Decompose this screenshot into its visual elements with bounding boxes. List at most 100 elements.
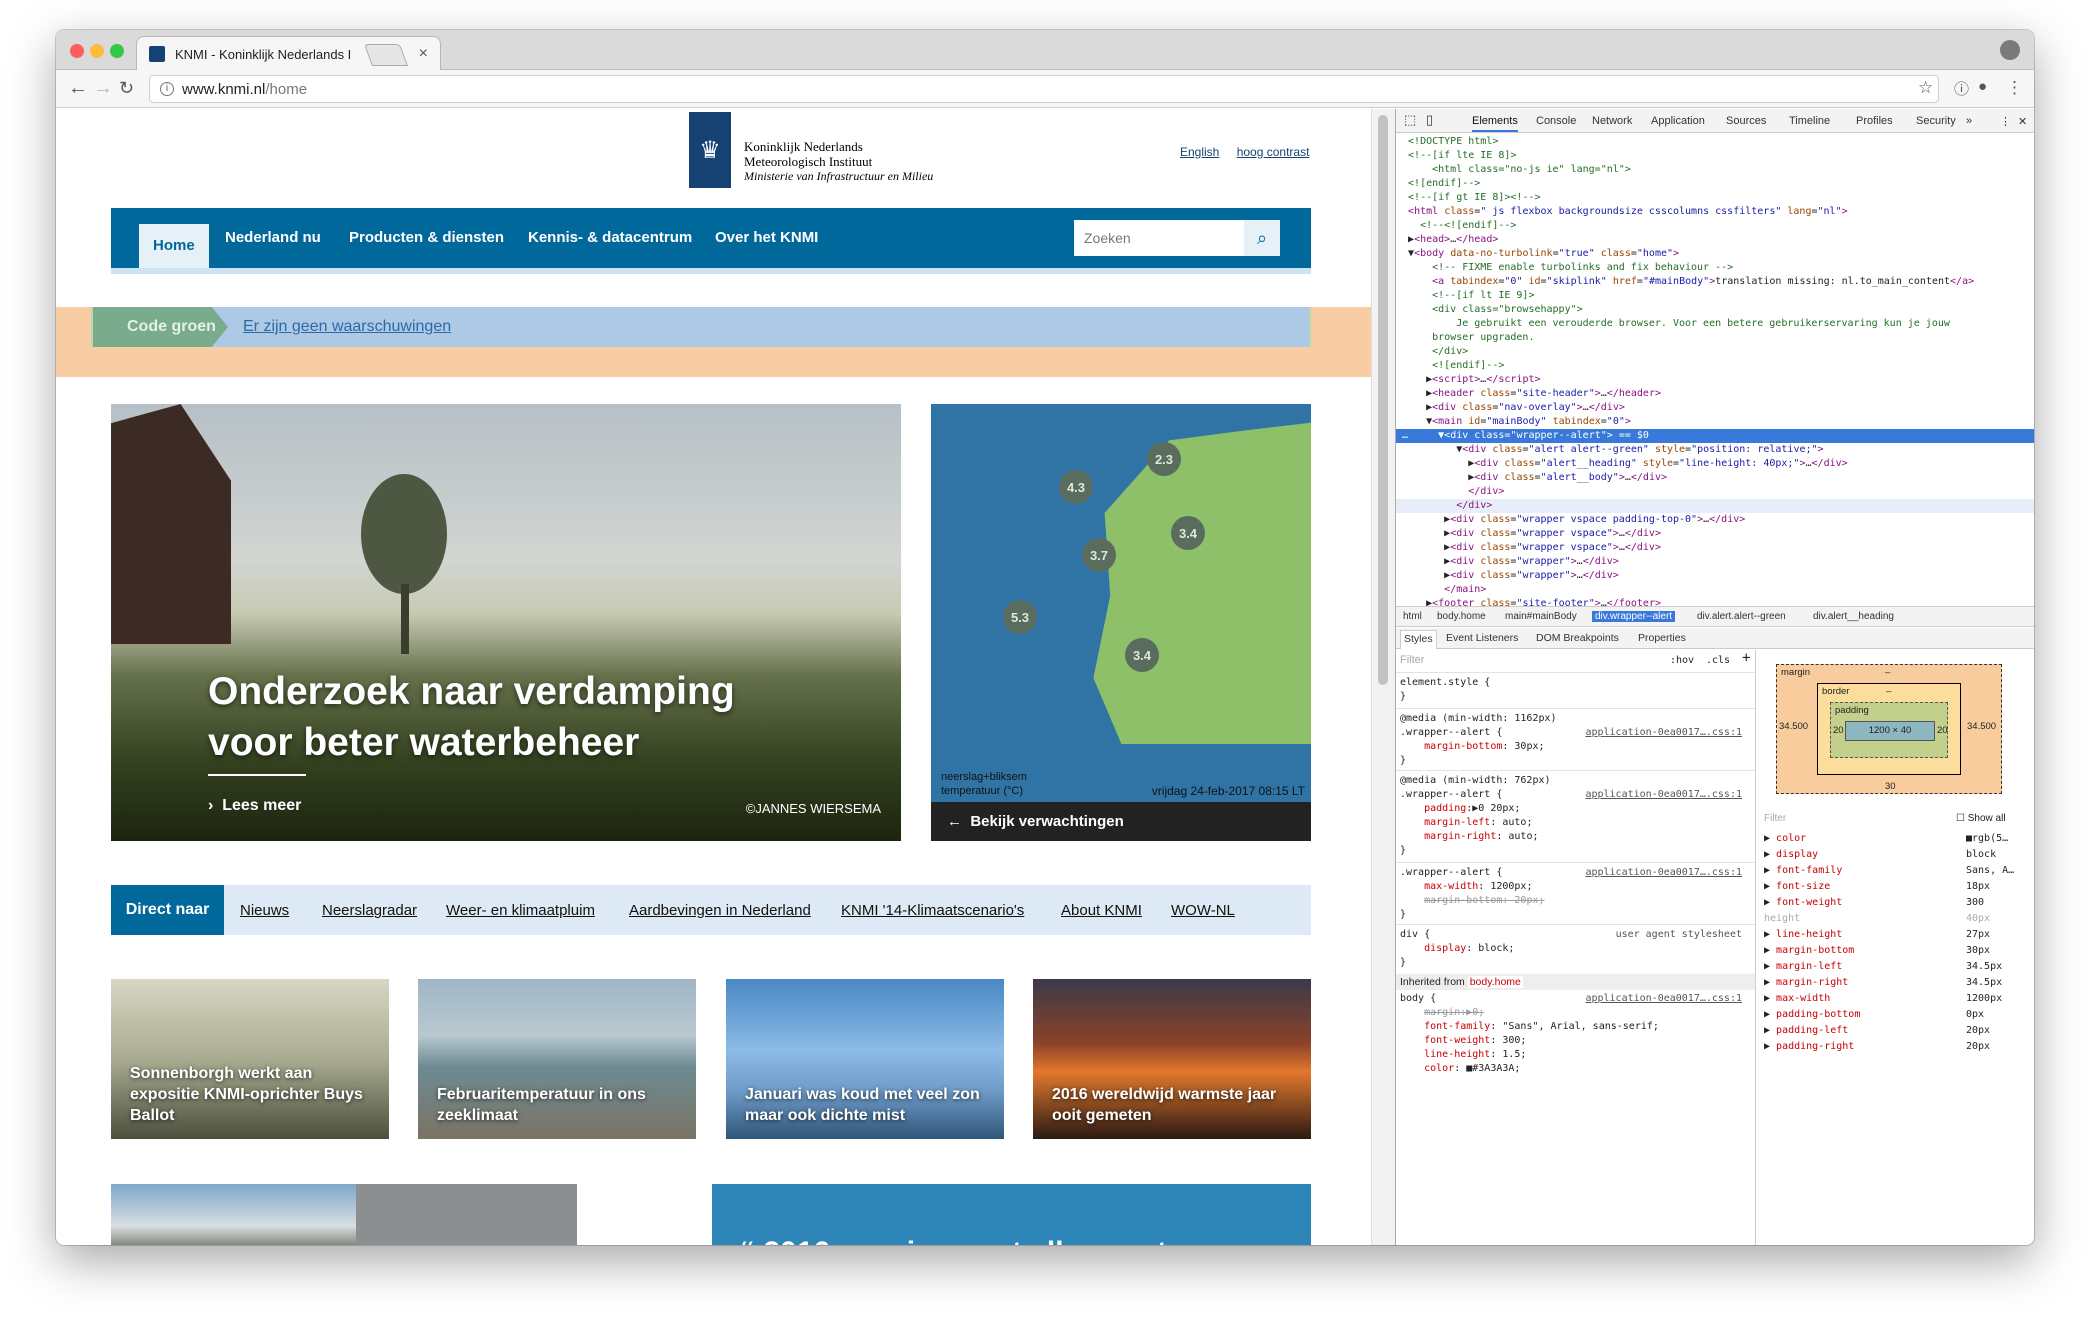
direct-link-neerslagradar[interactable]: Neerslagradar [322, 902, 417, 919]
dom-line[interactable]: <!-- FIXME enable turbolinks and fix beh… [1396, 261, 2034, 275]
computed-prop[interactable]: ▶ margin-right 34.5px [1764, 977, 2032, 991]
computed-prop[interactable]: ▶ font-weight 300 [1764, 897, 2032, 911]
style-rule[interactable]: } [1400, 908, 1750, 922]
back-arrow-icon[interactable]: ← [68, 77, 88, 99]
extension-info-icon[interactable]: ⓘ [1954, 78, 1969, 99]
dom-line[interactable]: <html class=" js flexbox backgroundsize … [1396, 205, 2034, 219]
dom-line[interactable]: ▶<header class="site-header">…</header> [1396, 387, 2034, 401]
new-tab-button[interactable] [363, 44, 409, 66]
style-rule[interactable]: .wrapper--alert {application-0ea0017….cs… [1400, 866, 1750, 880]
breadcrumb-item[interactable]: div.alert.alert--green [1694, 611, 1789, 622]
style-rule[interactable]: div {user agent stylesheet [1400, 928, 1750, 942]
dom-line[interactable]: <a tabindex="0" id="skiplink" href="#mai… [1396, 275, 2034, 289]
style-rule[interactable]: @media (min-width: 1162px) [1400, 712, 1750, 726]
style-rule[interactable]: display: block; [1400, 942, 1750, 956]
dom-line[interactable]: </div> [1396, 499, 2034, 513]
dom-line[interactable]: <![endif]--> [1396, 177, 2034, 191]
computed-prop[interactable]: height 40px [1764, 913, 2032, 927]
direct-link-aardbevingen[interactable]: Aardbevingen in Nederland [629, 902, 811, 919]
direct-link-klimaatscenarios[interactable]: KNMI '14-Klimaatscenario's [841, 902, 1024, 919]
dom-line[interactable]: Je gebruikt een verouderde browser. Voor… [1396, 317, 2034, 331]
dom-line[interactable]: <div class="browsehappy"> [1396, 303, 2034, 317]
english-link[interactable]: English [1180, 145, 1219, 159]
dom-line[interactable]: <!--[if lt IE 9]> [1396, 289, 2034, 303]
styles-pane[interactable]: Filter :hov .cls + element.style { } @me… [1396, 650, 1756, 1245]
devtools-tab-security[interactable]: Security [1916, 115, 1956, 127]
dom-line[interactable]: ▶<head>…</head> [1396, 233, 2034, 247]
breadcrumb-item-selected[interactable]: div.wrapper--alert [1592, 611, 1676, 622]
devtools-menu-icon[interactable]: ⋮ [2000, 115, 2011, 128]
dom-line[interactable]: ▶<div class="alert__heading" style="line… [1396, 457, 2034, 471]
page-scrollbar[interactable] [1371, 109, 1395, 1245]
dom-line[interactable]: ▶<script>…</script> [1396, 373, 2034, 387]
style-rule[interactable]: font-weight: 300; [1400, 1034, 1750, 1048]
style-rule[interactable]: margin:▶0; [1400, 1006, 1750, 1020]
computed-prop[interactable]: ▶ padding-right 20px [1764, 1041, 2032, 1055]
computed-prop[interactable]: ▶ line-height 27px [1764, 929, 2032, 943]
nav-kennis-datacentrum[interactable]: Kennis- & datacentrum [528, 208, 692, 268]
breadcrumb-item[interactable]: div.alert__heading [1810, 611, 1897, 622]
style-rule[interactable]: .wrapper--alert {application-0ea0017….cs… [1400, 726, 1750, 740]
alert-link[interactable]: Er zijn geen waarschuwingen [243, 318, 451, 336]
direct-link-weer-klimaatpluim[interactable]: Weer- en klimaatpluim [446, 902, 595, 919]
style-rule[interactable]: } [1400, 754, 1750, 768]
breadcrumb-item[interactable]: body.home [1434, 611, 1489, 622]
computed-prop[interactable]: ▶ margin-left 34.5px [1764, 961, 2032, 975]
style-rule[interactable]: } [1400, 690, 1750, 704]
computed-prop[interactable]: ▶ display block [1764, 849, 2032, 863]
style-rule[interactable]: } [1400, 844, 1750, 858]
style-rule[interactable]: .wrapper--alert {application-0ea0017….cs… [1400, 788, 1750, 802]
bookmark-star-icon[interactable]: ☆ [1918, 78, 1933, 98]
nav-nederland-nu[interactable]: Nederland nu [225, 208, 321, 268]
style-rule[interactable]: } [1400, 956, 1750, 970]
device-mode-icon[interactable]: ▯ [1426, 112, 1433, 128]
dom-line[interactable]: ▼<main id="mainBody" tabindex="0"> [1396, 415, 2034, 429]
profile-icon[interactable] [2000, 40, 2020, 60]
style-rule[interactable]: body {application-0ea0017….css:1 [1400, 992, 1750, 1006]
computed-prop[interactable]: ▶ max-width 1200px [1764, 993, 2032, 1007]
subtab-styles[interactable]: Styles [1400, 630, 1437, 649]
style-rule[interactable]: margin-right: auto; [1400, 830, 1750, 844]
dom-line[interactable]: </div> [1396, 485, 2034, 499]
subtab-event-listeners[interactable]: Event Listeners [1446, 632, 1518, 644]
style-rule[interactable]: font-family: "Sans", Arial, sans-serif; [1400, 1020, 1750, 1034]
subtab-properties[interactable]: Properties [1638, 632, 1686, 644]
news-card[interactable]: Februaritemperatuur in ons zeeklimaat [418, 979, 696, 1139]
info-icon[interactable]: i [160, 82, 174, 96]
quote-panel[interactable]: “ 2016, een jaar met alle weertypen. [712, 1184, 1311, 1245]
style-rule[interactable]: line-height: 1.5; [1400, 1048, 1750, 1062]
weather-map[interactable]: 2.3 4.3 3.4 3.7 5.3 3.4 neerslag+bliksem… [931, 404, 1311, 841]
subtab-dom-breakpoints[interactable]: DOM Breakpoints [1536, 632, 1619, 644]
menu-dots-icon[interactable]: ⋮ [2006, 78, 2023, 98]
url-field[interactable]: i www.knmi.nl/home [149, 75, 1939, 103]
news-card[interactable]: Sonnenborgh werkt aan expositie KNMI-opr… [111, 979, 389, 1139]
nav-home[interactable]: Home [139, 224, 209, 268]
inspect-icon[interactable]: ⬚ [1404, 112, 1416, 128]
extension-icon[interactable]: ● [1978, 78, 1987, 95]
reload-icon[interactable]: ↻ [119, 77, 134, 99]
computed-styles[interactable]: Filter ☐ Show all ▶ color ■rgb(5… ▶ displ… [1760, 809, 2034, 1245]
dom-line[interactable]: ▶<div class="wrapper">…</div> [1396, 555, 2034, 569]
dom-line[interactable]: browser upgraden. [1396, 331, 2034, 345]
dom-line[interactable]: ▶<div class="alert__body">…</div> [1396, 471, 2034, 485]
devtools-tab-sources[interactable]: Sources [1726, 115, 1766, 127]
dom-line[interactable]: </main> [1396, 583, 2034, 597]
dom-line[interactable]: ▼<body data-no-turbolink="true" class="h… [1396, 247, 2034, 261]
minimize-window-icon[interactable] [90, 44, 104, 58]
breadcrumb-item[interactable]: main#mainBody [1502, 611, 1580, 622]
dom-line[interactable]: ▶<div class="wrapper vspace">…</div> [1396, 527, 2034, 541]
forward-arrow-icon[interactable]: → [93, 77, 113, 99]
hero-feature[interactable]: Onderzoek naar verdamping voor beter wat… [111, 404, 901, 841]
computed-prop[interactable]: ▶ padding-left 20px [1764, 1025, 2032, 1039]
high-contrast-link[interactable]: hoog contrast [1237, 145, 1310, 159]
dom-line[interactable]: <!--[if lte IE 8]> [1396, 149, 2034, 163]
devtools-tab-application[interactable]: Application [1651, 115, 1705, 127]
style-rule[interactable]: margin-left: auto; [1400, 816, 1750, 830]
dom-line[interactable]: ▶<div class="wrapper vspace padding-top-… [1396, 513, 2034, 527]
dom-tree[interactable]: <!DOCTYPE html> <!--[if lte IE 8]> <html… [1396, 134, 2034, 606]
direct-link-about-knmi[interactable]: About KNMI [1061, 902, 1142, 919]
computed-prop[interactable]: ▶ color ■rgb(5… [1764, 833, 2032, 847]
rijksoverheid-logo[interactable]: ♛ [689, 112, 731, 188]
devtools-tab-timeline[interactable]: Timeline [1789, 115, 1830, 127]
devtools-tab-console[interactable]: Console [1536, 115, 1576, 127]
